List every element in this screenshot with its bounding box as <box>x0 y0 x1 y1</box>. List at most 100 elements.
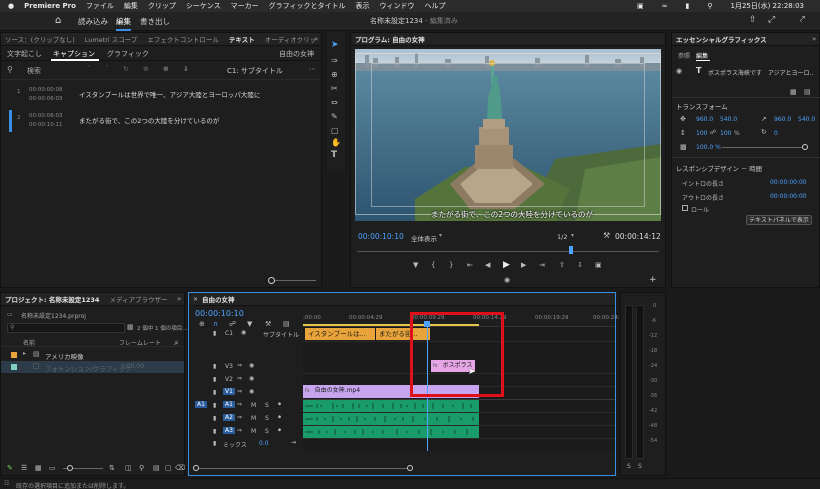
wifi-icon[interactable]: ≈ <box>662 2 668 10</box>
tab-source[interactable]: ソース：(クリップなし) <box>5 34 75 44</box>
menu-clip[interactable]: クリップ <box>148 1 176 11</box>
microphone-icon[interactable]: ⚫ <box>277 427 282 434</box>
search-icon[interactable]: ⚲ <box>139 464 144 472</box>
sync-icon[interactable]: ⇒ <box>237 362 242 369</box>
track-name-v1[interactable]: V1 <box>223 388 235 395</box>
track-name-a3[interactable]: A3 <box>223 427 235 434</box>
mix-volume[interactable]: 0.0 <box>259 440 269 447</box>
type-tool-icon[interactable]: T <box>331 150 337 160</box>
search-icon[interactable]: ⚲ <box>707 2 712 10</box>
solo-button[interactable]: S <box>265 428 269 435</box>
opacity-slider[interactable] <box>722 147 806 148</box>
panel-overflow-icon[interactable]: » <box>314 35 318 43</box>
tab-audio-clip[interactable]: オーディオクリッ <box>265 34 316 44</box>
caption-search-input[interactable]: 検索 <box>27 66 41 76</box>
replace-icon[interactable]: ↻ <box>123 65 129 73</box>
battery-icon[interactable]: ▮ <box>686 2 690 10</box>
tab-project[interactable]: プロジェクト: 名称未設定1234 <box>5 294 99 304</box>
sort-icon[interactable]: ⇅ <box>109 464 115 472</box>
lift-icon[interactable]: ⇧ <box>559 261 565 269</box>
tab-eg-edit[interactable]: 編集 <box>696 51 708 60</box>
lock-icon[interactable]: ▮ <box>213 440 216 447</box>
menu-help[interactable]: ヘルプ <box>424 1 445 11</box>
caption-text[interactable]: イスタンブールは世界で唯一、アジア大陸とヨーロッパ大陸に <box>79 89 260 99</box>
track-select-tool-icon[interactable]: ⇒ <box>331 56 338 65</box>
slider-handle[interactable] <box>268 277 275 284</box>
extract-icon[interactable]: ⇩ <box>577 261 583 269</box>
tab-edit[interactable]: 編集 <box>116 16 131 31</box>
anchor-y-value[interactable]: 540.0 <box>798 116 815 123</box>
chevron-down-icon[interactable]: ˇ <box>105 65 109 73</box>
wrench-icon[interactable]: ⚒ <box>603 231 610 240</box>
track-name-c1[interactable]: C1 <box>225 330 233 337</box>
track-name-v3[interactable]: V3 <box>225 363 233 370</box>
chevron-down-icon[interactable]: ▾ <box>571 232 574 239</box>
list-item-selected[interactable]: □ フォトンション/グラフィック 0/00.00 <box>1 361 184 373</box>
caption-text[interactable]: またがる街で、この2つの大陸を分けているのが <box>79 115 219 125</box>
source-patch-a1[interactable]: A1 <box>195 401 207 408</box>
eye-icon[interactable]: ◉ <box>676 67 682 75</box>
split-caption-icon[interactable]: ⊕ <box>163 65 169 73</box>
caption-zoom-slider[interactable] <box>268 277 316 285</box>
eye-icon[interactable]: ◉ <box>249 362 254 369</box>
status-icon[interactable]: ▣ <box>637 2 644 10</box>
menu-file[interactable]: ファイル <box>86 1 114 11</box>
export-frame-icon[interactable]: ◉ <box>504 276 510 284</box>
microphone-icon[interactable]: ⚫ <box>277 414 282 421</box>
menu-window[interactable]: ウィンドウ <box>379 1 414 11</box>
opacity-slider-handle[interactable] <box>802 144 808 150</box>
go-to-out-icon[interactable]: ⇥ <box>539 261 545 269</box>
outro-value[interactable]: 00:00:00:00 <box>770 193 807 200</box>
project-search-input[interactable]: ⚲ <box>7 323 125 333</box>
chevron-down-icon[interactable]: ▾ <box>439 232 442 239</box>
trash-icon[interactable]: ⌫ <box>175 464 185 472</box>
zoom-level-select[interactable]: 全体表示 <box>411 233 437 243</box>
lock-icon[interactable]: ▮ <box>213 428 216 435</box>
track-name-a1[interactable]: A1 <box>223 401 235 408</box>
text-layer-name[interactable]: ボスポラス海峡です アジアとヨーロ.. <box>708 68 813 77</box>
tab-lumetri-scopes[interactable]: Lumetri スコープ <box>85 34 138 44</box>
resolution-select[interactable]: 1/2 <box>557 233 567 241</box>
sync-icon[interactable]: ⇒ <box>237 401 242 408</box>
tab-export[interactable]: 書き出し <box>140 16 170 27</box>
menu-app-name[interactable]: Premiere Pro <box>24 2 76 10</box>
pencil-icon[interactable]: ✎ <box>7 464 13 472</box>
lock-icon[interactable]: ▮ <box>213 415 216 422</box>
step-forward-icon[interactable]: ▶ <box>521 261 526 269</box>
caption-clip[interactable]: イスタンブールは... <box>305 328 375 340</box>
intro-value[interactable]: 00:00:00:00 <box>770 179 807 186</box>
ripple-edit-tool-icon[interactable]: ⊕ <box>331 70 338 79</box>
bin-name[interactable]: アメリカ映像 <box>45 351 84 361</box>
lock-icon[interactable]: ▮ <box>213 402 216 409</box>
tab-text[interactable]: テキスト <box>229 34 255 44</box>
quick-export-icon[interactable]: ⤤ <box>800 15 805 25</box>
fullscreen-icon[interactable]: ⤢ <box>768 15 775 25</box>
eye-icon[interactable]: ◉ <box>241 329 246 336</box>
home-icon[interactable]: ⌂ <box>55 15 61 26</box>
selection-tool-icon[interactable]: ➤ <box>331 40 339 50</box>
mute-button[interactable]: M <box>251 428 256 435</box>
lock-icon[interactable]: ▮ <box>213 376 216 383</box>
lock-icon[interactable]: ▮ <box>213 363 216 370</box>
program-scrubber[interactable] <box>357 245 659 255</box>
lock-icon[interactable]: ▮ <box>213 389 216 396</box>
share-icon[interactable]: ⇧ <box>749 15 757 25</box>
expand-arrow-icon[interactable]: ▸ <box>23 350 26 357</box>
step-back-icon[interactable]: ◀ <box>485 261 490 269</box>
scrollbar-handle-right[interactable] <box>407 465 413 471</box>
solo-left-button[interactable]: S <box>627 463 631 470</box>
tracks-area[interactable]: イスタンブールは... またがる街... fx ボスポラス ➤ fx 自由の女神… <box>303 312 615 451</box>
tab-program[interactable]: プログラム: 自由の女神 <box>355 34 425 44</box>
merge-caption-icon[interactable]: ⇓ <box>183 65 189 73</box>
find-icon[interactable]: ▦ <box>127 323 134 331</box>
tab-media-browser[interactable]: メディアブラウザー <box>109 294 167 304</box>
add-marker-icon[interactable]: ▼ <box>413 261 418 269</box>
new-bin-icon[interactable]: ▤ <box>153 464 160 472</box>
program-timecode[interactable]: 00:00:10:10 <box>358 232 404 241</box>
microphone-icon[interactable]: ⚫ <box>277 401 282 408</box>
caption-row-selected[interactable]: 2 00:00:06:03 00:00:10:11 またがる街で、この2つの大陸… <box>1 110 321 132</box>
solo-button[interactable]: S <box>265 402 269 409</box>
subtab-captions[interactable]: キャプション <box>53 49 95 59</box>
hand-tool-icon[interactable]: ✋ <box>331 138 341 147</box>
track-name-v2[interactable]: V2 <box>225 376 233 383</box>
